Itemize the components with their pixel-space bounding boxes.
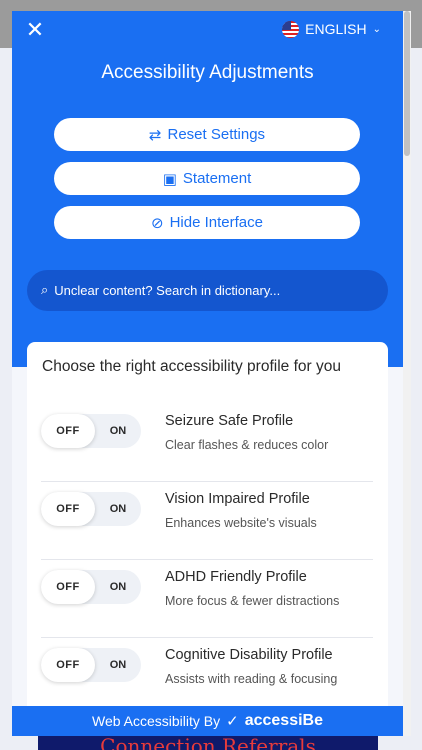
us-flag-icon (282, 20, 300, 38)
profile-row-cognitive-disability: OFF ON Cognitive Disability Profile Assi… (41, 638, 373, 716)
reset-settings-label: Reset Settings (167, 126, 266, 143)
profile-name: Vision Impaired Profile (165, 491, 310, 507)
reset-icon: ⇄ (148, 125, 162, 144)
toggle-off-label: OFF (41, 492, 95, 526)
profile-description: Enhances website's visuals (165, 516, 317, 530)
accessibility-panel: ✕ ENGLISH ⌄ Accessibility Adjustments ⇄ … (12, 11, 403, 736)
accessibe-logo-icon: ✓ (226, 712, 239, 730)
scrollbar-thumb[interactable] (404, 11, 410, 156)
statement-icon: ▣ (162, 169, 177, 188)
profile-description: More focus & fewer distractions (165, 594, 340, 608)
toggle-on-label: ON (109, 503, 127, 515)
toggle-off-label: OFF (41, 570, 95, 604)
toggle-on-label: ON (109, 581, 127, 593)
profile-description: Clear flashes & reduces color (165, 438, 329, 452)
language-selector[interactable]: ENGLISH ⌄ (282, 19, 381, 39)
close-icon[interactable]: ✕ (24, 20, 46, 42)
eye-slash-icon: ⊘ (151, 213, 164, 232)
profile-description: Assists with reading & focusing (165, 672, 338, 686)
profile-row-vision-impaired: OFF ON Vision Impaired Profile Enhances … (41, 482, 373, 560)
scrollbar[interactable] (403, 11, 411, 736)
profile-name: ADHD Friendly Profile (165, 569, 307, 585)
widget-footer[interactable]: Web Accessibility By ✓ accessiBe (12, 706, 403, 736)
seizure-safe-toggle[interactable]: OFF ON (41, 414, 141, 448)
search-icon: ⌕ (41, 283, 49, 298)
footer-brand: accessiBe (244, 712, 323, 729)
panel-title: Accessibility Adjustments (101, 62, 314, 83)
profile-name: Seizure Safe Profile (165, 413, 294, 429)
language-label: ENGLISH (305, 21, 367, 37)
statement-label: Statement (182, 170, 252, 187)
toggle-off-label: OFF (41, 414, 95, 448)
reset-settings-button[interactable]: ⇄ Reset Settings (54, 118, 360, 151)
search-input[interactable] (54, 283, 355, 298)
profile-row-seizure-safe: OFF ON Seizure Safe Profile Clear flashe… (41, 404, 373, 482)
dictionary-search[interactable]: ⌕ (27, 270, 388, 311)
cognitive-disability-toggle[interactable]: OFF ON (41, 648, 141, 682)
hide-interface-label: Hide Interface (169, 214, 263, 231)
vision-impaired-toggle[interactable]: OFF ON (41, 492, 141, 526)
profile-name: Cognitive Disability Profile (165, 647, 333, 663)
background-footer-text: Connection Referrals (100, 734, 316, 750)
profiles-heading: Choose the right accessibility profile f… (42, 358, 341, 375)
footer-prefix: Web Accessibility By (92, 713, 221, 729)
hide-interface-button[interactable]: ⊘ Hide Interface (54, 206, 360, 239)
profiles-card: Choose the right accessibility profile f… (27, 342, 388, 736)
toggle-off-label: OFF (41, 648, 95, 682)
chevron-down-icon: ⌄ (372, 23, 381, 35)
statement-button[interactable]: ▣ Statement (54, 162, 360, 195)
adhd-friendly-toggle[interactable]: OFF ON (41, 570, 141, 604)
toggle-on-label: ON (109, 425, 127, 437)
toggle-on-label: ON (109, 659, 127, 671)
profile-row-adhd-friendly: OFF ON ADHD Friendly Profile More focus … (41, 560, 373, 638)
